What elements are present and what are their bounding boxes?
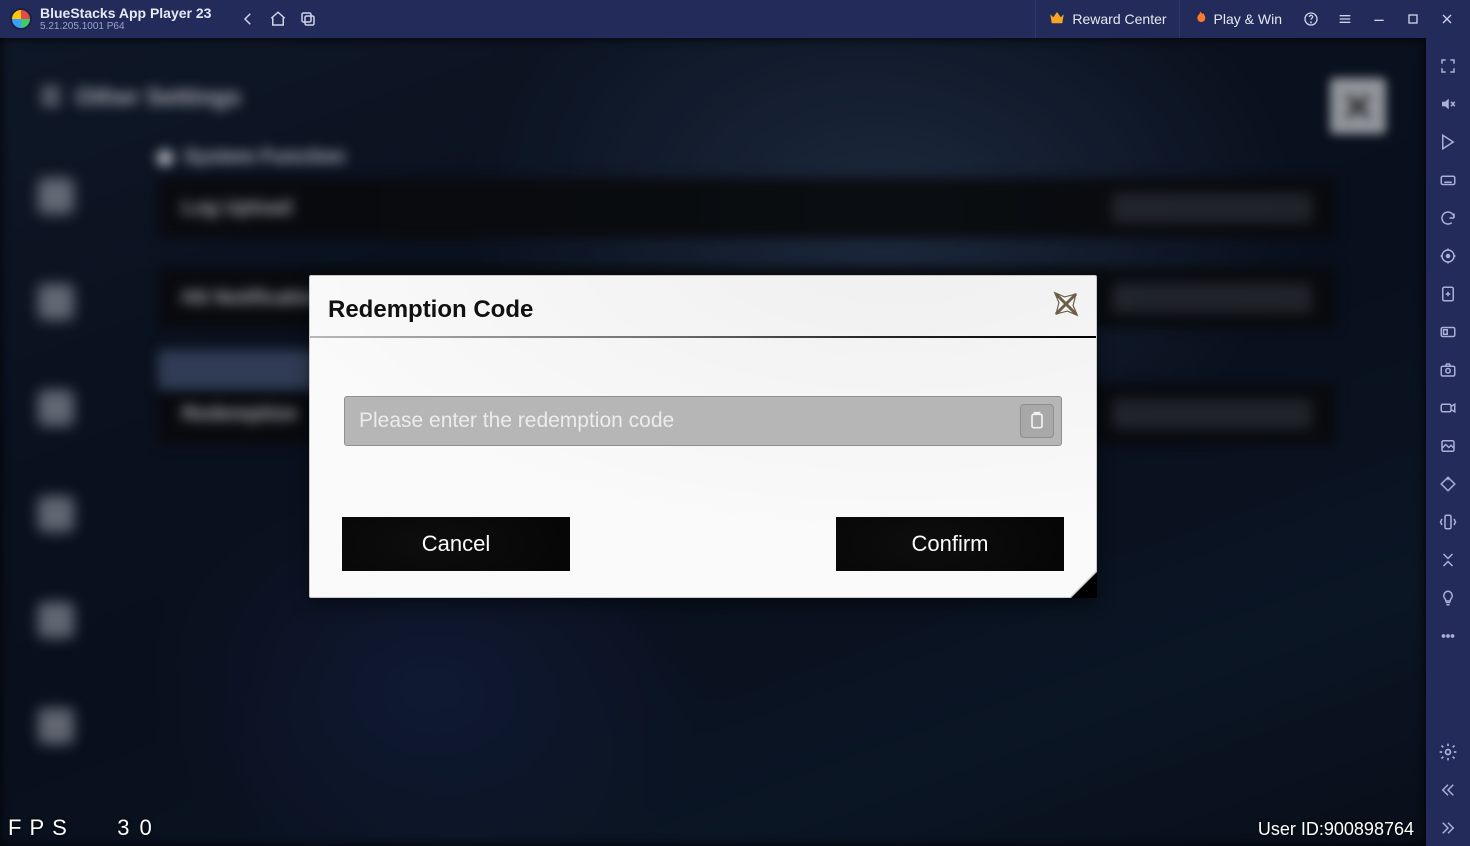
user-id-value: 900898764 <box>1324 819 1414 839</box>
shake-button[interactable] <box>1429 504 1467 540</box>
help-button[interactable] <box>1294 4 1328 34</box>
volume-mute-icon <box>1439 95 1457 113</box>
chevron-right-double-icon <box>1439 819 1457 837</box>
sync-icon <box>1439 209 1457 227</box>
lock-cursor-button[interactable] <box>1429 238 1467 274</box>
dialog-title: Redemption Code <box>328 296 533 324</box>
flame-icon <box>1192 10 1208 29</box>
expand-sidebar-button[interactable] <box>1429 810 1467 846</box>
bluestacks-titlebar: BlueStacks App Player 23 5.21.205.1001 P… <box>0 0 1470 38</box>
recents-button[interactable] <box>293 4 323 34</box>
collapse-sidebar-button[interactable] <box>1429 772 1467 808</box>
arrow-left-icon <box>239 10 257 28</box>
maximize-icon <box>1405 11 1421 27</box>
redemption-code-dialog: Redemption Code Cancel <box>309 275 1097 598</box>
fps-label: FPS <box>8 815 75 840</box>
user-id-display: User ID:900898764 <box>1258 819 1414 840</box>
app-title-block: BlueStacks App Player 23 5.21.205.1001 P… <box>40 5 211 33</box>
install-apk-button[interactable] <box>1429 276 1467 312</box>
game-viewport: ☰Other Settings System Function Log Uplo… <box>0 38 1426 846</box>
home-icon <box>269 10 287 28</box>
user-id-label: User ID: <box>1258 819 1324 839</box>
game-controls-button[interactable] <box>1429 314 1467 350</box>
confirm-button[interactable]: Confirm <box>836 517 1064 571</box>
shake-icon <box>1439 513 1457 531</box>
rotate-icon <box>1439 475 1457 493</box>
fullscreen-button[interactable] <box>1429 48 1467 84</box>
screenshot-button[interactable] <box>1429 352 1467 388</box>
more-icon <box>1439 627 1457 645</box>
paste-icon <box>1027 411 1047 431</box>
close-icon <box>1439 11 1455 27</box>
menu-icon <box>1337 11 1353 27</box>
play-store-icon <box>1439 133 1457 151</box>
target-icon <box>1439 247 1457 265</box>
bluestacks-logo-icon <box>10 8 32 30</box>
dialog-corner-decoration <box>1071 572 1097 598</box>
bluestacks-right-sidebar <box>1426 38 1470 846</box>
bulb-icon <box>1439 589 1457 607</box>
paste-button[interactable] <box>1020 404 1054 438</box>
code-input-wrap <box>344 396 1062 446</box>
sync-button[interactable] <box>1429 200 1467 236</box>
install-apk-icon <box>1439 285 1457 303</box>
back-button[interactable] <box>233 4 263 34</box>
record-icon <box>1439 399 1457 417</box>
play-and-win-button[interactable]: Play & Win <box>1179 0 1294 38</box>
media-folder-button[interactable] <box>1429 428 1467 464</box>
fps-counter: FPS 30 <box>8 815 162 842</box>
play-win-label: Play & Win <box>1214 11 1282 27</box>
macro-icon <box>1439 551 1457 569</box>
chevron-left-double-icon <box>1439 781 1457 799</box>
volume-button[interactable] <box>1429 86 1467 122</box>
media-folder-icon <box>1439 437 1457 455</box>
keymap-button[interactable] <box>1429 162 1467 198</box>
reward-center-label: Reward Center <box>1072 11 1166 27</box>
fullscreen-icon <box>1439 57 1457 75</box>
gear-icon <box>1438 742 1458 762</box>
dialog-close-button[interactable] <box>1048 286 1084 322</box>
play-store-button[interactable] <box>1429 124 1467 160</box>
rotate-button[interactable] <box>1429 466 1467 502</box>
help-icon <box>1303 11 1319 27</box>
cancel-label: Cancel <box>422 531 490 557</box>
confirm-label: Confirm <box>911 531 988 557</box>
cancel-button[interactable]: Cancel <box>342 517 570 571</box>
record-button[interactable] <box>1429 390 1467 426</box>
maximize-button[interactable] <box>1396 4 1430 34</box>
settings-button[interactable] <box>1429 734 1467 770</box>
hamburger-menu-button[interactable] <box>1328 4 1362 34</box>
redemption-code-input[interactable] <box>344 396 1062 446</box>
dialog-divider <box>310 336 1096 338</box>
reward-center-button[interactable]: Reward Center <box>1035 0 1178 38</box>
home-button[interactable] <box>263 4 293 34</box>
fps-value: 30 <box>117 815 161 840</box>
crown-icon <box>1048 9 1066 30</box>
tips-button[interactable] <box>1429 580 1467 616</box>
app-version: 5.21.205.1001 P64 <box>40 21 211 33</box>
close-window-button[interactable] <box>1430 4 1464 34</box>
game-controls-icon <box>1439 323 1457 341</box>
minimize-button[interactable] <box>1362 4 1396 34</box>
app-name: BlueStacks App Player 23 <box>40 5 211 21</box>
recent-apps-icon <box>299 10 317 28</box>
screenshot-icon <box>1439 361 1457 379</box>
keymap-icon <box>1439 171 1457 189</box>
more-button[interactable] <box>1429 618 1467 654</box>
ornate-close-icon <box>1048 286 1084 322</box>
minimize-icon <box>1371 11 1387 27</box>
macro-button[interactable] <box>1429 542 1467 578</box>
